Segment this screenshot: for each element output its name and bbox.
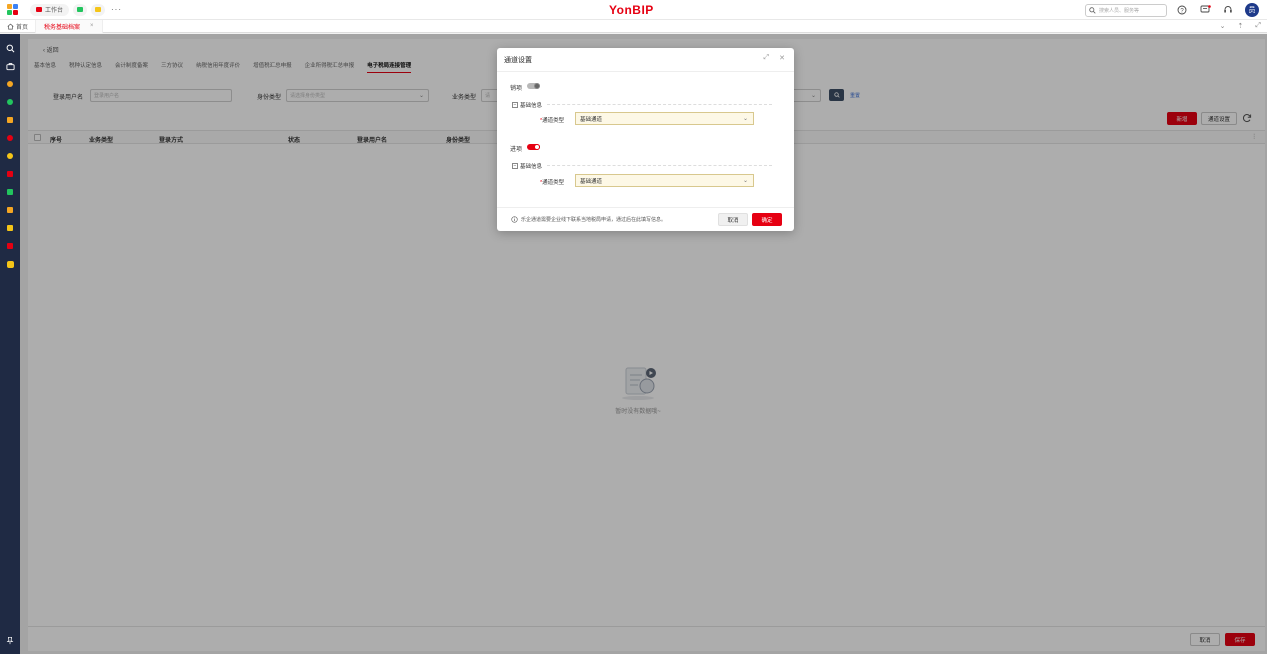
- input-channel-type-select[interactable]: 基础通道 ⌄: [575, 174, 754, 187]
- rail-app-icon-8[interactable]: [4, 204, 16, 216]
- support-icon[interactable]: [1222, 4, 1234, 16]
- user-avatar[interactable]: 员: [1245, 3, 1259, 17]
- output-basic-info-group[interactable]: − 基础信息: [512, 101, 542, 109]
- tab-tools: ⌄ ⇡ ⤢: [1220, 22, 1261, 30]
- input-channel-type-label: *通道类型: [540, 180, 565, 186]
- workbench-tab-label: 工作台: [45, 8, 64, 14]
- close-tab-icon[interactable]: ×: [90, 23, 94, 29]
- chevron-down-icon: ⌄: [742, 116, 748, 122]
- close-icon[interactable]: ✕: [779, 54, 785, 62]
- output-channel-type-value: 基础通道: [580, 116, 603, 123]
- expand-icon[interactable]: ⤢: [1255, 22, 1261, 30]
- rail-search-icon[interactable]: [4, 42, 16, 54]
- pin-icon[interactable]: [4, 634, 16, 646]
- divider: [547, 165, 772, 166]
- rail-app-icon-7[interactable]: [4, 186, 16, 198]
- top-bar: 工作台 ··· YonBIP 搜索人员、服务等 ? 员: [0, 0, 1267, 20]
- rail-app-icon-5[interactable]: [4, 150, 16, 162]
- input-channel-type-value: 基础通道: [580, 178, 603, 185]
- input-basic-info-group[interactable]: − 基础信息: [512, 162, 542, 170]
- brand-logo: YonBIP: [609, 3, 654, 17]
- collapse-icon: −: [512, 101, 518, 108]
- divider: [497, 207, 794, 208]
- input-basic-info-title: 基础信息: [520, 164, 543, 170]
- rail-app-icon-3[interactable]: [4, 114, 16, 126]
- rail-app-icon-10[interactable]: [4, 240, 16, 252]
- rail-app-icon-11[interactable]: [4, 258, 16, 270]
- info-icon: [511, 216, 518, 223]
- app-icon: [95, 7, 102, 12]
- tab-tax-archive-label: 税务基础档案: [44, 24, 81, 31]
- more-apps-button[interactable]: ···: [111, 5, 122, 14]
- dialog-title: 通道设置: [504, 57, 532, 64]
- global-search-placeholder: 搜索人员、服务等: [1099, 8, 1140, 14]
- collapse-icon: −: [512, 162, 518, 169]
- divider: [497, 71, 794, 72]
- workbench-tab[interactable]: 工作台: [30, 3, 70, 16]
- output-basic-info-title: 基础信息: [520, 103, 543, 109]
- rail-briefcase-icon[interactable]: [4, 60, 16, 72]
- rail-app-icon-6[interactable]: [4, 168, 16, 180]
- divider: [547, 104, 772, 105]
- quick-app-yellow[interactable]: [91, 3, 106, 16]
- input-tax-label: 进项: [510, 147, 523, 153]
- output-channel-type-label-text: 通道类型: [542, 118, 565, 124]
- app-menu-icon[interactable]: [0, 0, 24, 20]
- output-tax-switch[interactable]: [527, 83, 540, 89]
- chevron-down-icon[interactable]: ⌄: [1220, 22, 1226, 30]
- footer-note-text: 乐企通道需要企业线下联系当地税局申请，通过后在此填写信息。: [521, 217, 667, 223]
- rail-app-icon-4[interactable]: [4, 132, 16, 144]
- output-channel-type-label: *通道类型: [540, 118, 565, 124]
- home-icon: [7, 23, 14, 30]
- input-tax-switch[interactable]: [527, 144, 540, 150]
- tab-home[interactable]: 首页: [0, 20, 35, 33]
- global-search-input[interactable]: 搜索人员、服务等: [1085, 4, 1167, 17]
- dialog-confirm-button[interactable]: 确定: [752, 213, 782, 226]
- expand-icon[interactable]: ⤢: [764, 54, 770, 62]
- message-icon[interactable]: [1199, 4, 1211, 16]
- dialog-cancel-button[interactable]: 取消: [718, 213, 748, 226]
- search-icon: [1089, 7, 1096, 14]
- left-nav-rail: [0, 34, 20, 654]
- input-channel-type-label-text: 通道类型: [542, 180, 565, 186]
- dialog-tools: ⤢ ✕: [764, 54, 785, 62]
- upload-icon[interactable]: ⇡: [1238, 22, 1244, 30]
- tab-bar: 首页 税务基础档案 × ⌄ ⇡ ⤢: [0, 19, 1267, 33]
- channel-settings-dialog: 通道设置 ⤢ ✕ 销项 − 基础信息 *通道类型 基础通道 ⌄ 进项 − 基础信…: [497, 48, 794, 231]
- rail-app-icon-9[interactable]: [4, 222, 16, 234]
- rail-app-icon-1[interactable]: [4, 78, 16, 90]
- tab-tax-archive[interactable]: 税务基础档案 ×: [35, 19, 103, 33]
- chevron-down-icon: ⌄: [742, 178, 748, 184]
- quick-app-green[interactable]: [73, 3, 88, 16]
- tab-home-label: 首页: [16, 24, 29, 31]
- app-icon: [77, 7, 84, 12]
- workbench-icon: [36, 7, 42, 12]
- output-channel-type-select[interactable]: 基础通道 ⌄: [575, 112, 754, 125]
- output-tax-label: 销项: [510, 86, 523, 92]
- rail-app-icon-2[interactable]: [4, 96, 16, 108]
- help-icon[interactable]: ?: [1176, 4, 1188, 16]
- footer-note: 乐企通道需要企业线下联系当地税局申请，通过后在此填写信息。: [511, 216, 666, 223]
